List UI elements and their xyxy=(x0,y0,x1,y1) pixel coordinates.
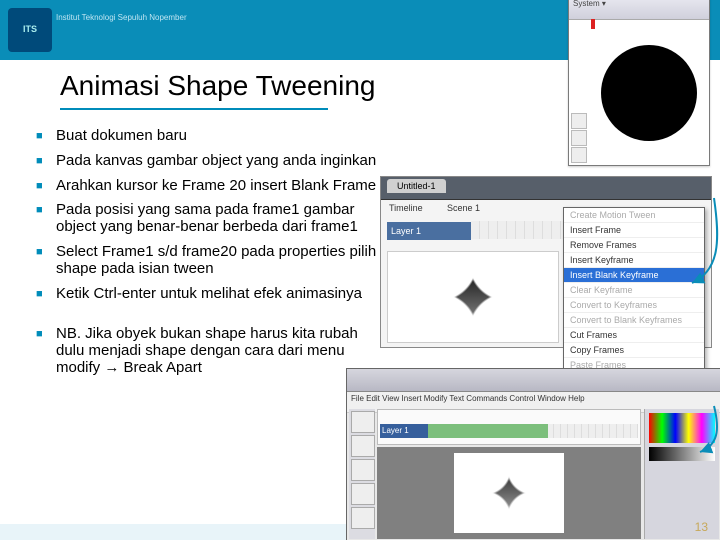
black-circle-shape xyxy=(601,45,697,141)
page-title: Animasi Shape Tweening xyxy=(60,70,375,102)
menu-item[interactable]: Cut Frames xyxy=(564,328,704,343)
menu-item[interactable]: Insert Blank Keyframe xyxy=(564,268,704,283)
tools-panel xyxy=(349,409,375,539)
panelB-canvas xyxy=(387,251,559,343)
menu-item[interactable]: Convert to Blank Keyframes xyxy=(564,313,704,328)
tool-icon xyxy=(571,130,587,146)
tool-icon xyxy=(571,113,587,129)
screenshot-timeline-menu: Untitled-1 Timeline Scene 1 Layer 1 Crea… xyxy=(380,176,712,348)
window-titlebar xyxy=(347,369,720,392)
bullet-2: Pada kanvas gambar object yang anda ingi… xyxy=(36,153,386,170)
screenshot-canvas-circle: System ▾ xyxy=(568,0,710,166)
bullet-5: Select Frame1 s/d frame20 pada propertie… xyxy=(36,244,386,278)
panelA-toolstrip xyxy=(571,113,585,163)
bullet-6: Ketik Ctrl-enter untuk melihat efek anim… xyxy=(36,286,386,303)
tool-icon xyxy=(351,507,375,529)
concave-x-shape-small xyxy=(484,468,534,518)
page-number: 13 xyxy=(695,520,708,534)
layer-name: Layer 1 xyxy=(387,222,471,240)
menu-item[interactable]: Remove Frames xyxy=(564,238,704,253)
stage-area xyxy=(377,447,641,539)
bullet-1: Buat dokumen baru xyxy=(36,128,386,145)
timeline-panel: Layer 1 xyxy=(377,409,641,445)
timeline-label: Timeline xyxy=(389,203,423,213)
tool-icon xyxy=(351,435,375,457)
layer-name: Layer 1 xyxy=(380,424,428,438)
tool-icon xyxy=(351,483,375,505)
menu-item[interactable]: Clear Keyframe xyxy=(564,283,704,298)
swatches-panel xyxy=(649,413,715,443)
scene-label: Scene 1 xyxy=(447,203,480,213)
document-tab: Untitled-1 xyxy=(387,179,446,193)
bullet-3: Arahkan kursor ke Frame 20 insert Blank … xyxy=(36,178,386,195)
menu-item[interactable]: Create Motion Tween xyxy=(564,208,704,223)
slide: ITS Institut Teknologi Sepuluh Nopember … xyxy=(0,0,720,540)
menu-item[interactable]: Convert to Keyframes xyxy=(564,298,704,313)
logo-text: ITS xyxy=(23,25,37,35)
menu-item[interactable]: Insert Frame xyxy=(564,223,704,238)
bullet-4: Pada posisi yang sama pada frame1 gambar… xyxy=(36,202,386,236)
tool-icon xyxy=(571,147,587,163)
playhead-icon xyxy=(591,19,595,29)
canvas-sheet xyxy=(454,453,564,533)
concave-x-shape xyxy=(438,262,508,332)
panelA-header: System ▾ xyxy=(569,0,709,20)
shape-tween-span xyxy=(428,424,548,438)
tool-icon xyxy=(351,411,375,433)
bullet-note: NB. Jika obyek bukan shape harus kita ru… xyxy=(36,326,386,376)
its-logo: ITS xyxy=(8,8,52,52)
title-underline xyxy=(60,108,328,110)
menu-item[interactable]: Insert Keyframe xyxy=(564,253,704,268)
gradient-panel xyxy=(649,447,715,461)
institution-text: Institut Teknologi Sepuluh Nopember xyxy=(56,14,187,23)
tool-icon xyxy=(351,459,375,481)
bullet-list: Buat dokumen baru Pada kanvas gambar obj… xyxy=(36,128,386,385)
screenshot-flash-window: File Edit View Insert Modify Text Comman… xyxy=(346,368,720,540)
menu-item[interactable]: Copy Frames xyxy=(564,343,704,358)
